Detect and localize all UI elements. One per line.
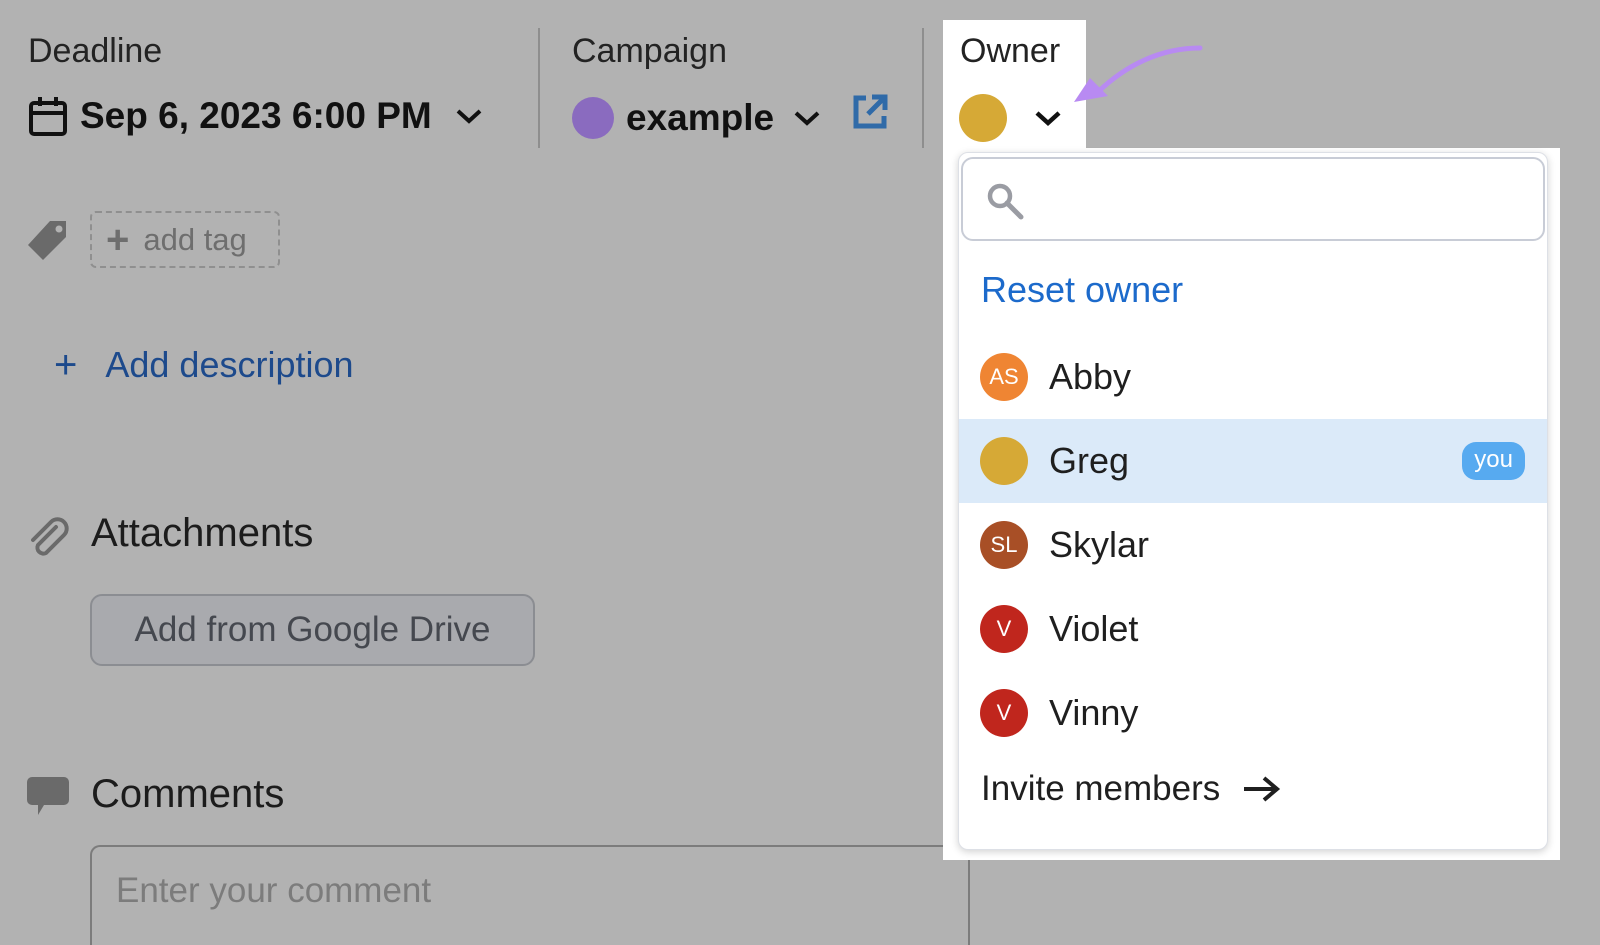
add-tag-label: add tag xyxy=(143,221,247,257)
comment-input[interactable]: Enter your comment xyxy=(90,845,970,945)
chevron-down-icon xyxy=(1035,111,1061,127)
member-item[interactable]: V Violet xyxy=(959,587,1547,671)
avatar: AS xyxy=(980,353,1028,401)
invite-members-label: Invite members xyxy=(981,769,1221,808)
campaign-value: example xyxy=(626,97,775,138)
member-item[interactable]: V Vinny xyxy=(959,671,1547,755)
chevron-down-icon xyxy=(794,111,820,126)
comment-icon xyxy=(27,777,69,815)
avatar xyxy=(980,437,1028,485)
plus-icon: + xyxy=(106,217,130,262)
invite-members-button[interactable]: Invite members xyxy=(981,769,1282,809)
annotation-arrow-icon xyxy=(1074,45,1203,102)
avatar: V xyxy=(980,689,1028,737)
member-item[interactable]: AS Abby xyxy=(959,335,1547,419)
search-icon xyxy=(987,183,1024,220)
external-link-icon[interactable] xyxy=(850,92,890,132)
member-item[interactable]: Greg you xyxy=(959,419,1547,503)
member-name: Abby xyxy=(1049,356,1132,397)
add-description-label: Add description xyxy=(105,344,354,385)
owner-label: Owner xyxy=(960,32,1061,70)
comments-title: Comments xyxy=(91,772,285,816)
owner-select[interactable] xyxy=(959,94,1063,142)
owner-dropdown: Reset owner AS Abby Greg you SL Skylar V… xyxy=(958,152,1548,850)
calendar-icon xyxy=(29,97,67,136)
deadline-picker[interactable]: Sep 6, 2023 6:00 PM xyxy=(28,90,484,142)
campaign-select[interactable]: example xyxy=(572,92,822,144)
campaign-label: Campaign xyxy=(572,32,727,70)
deadline-value: Sep 6, 2023 6:00 PM xyxy=(80,95,432,136)
you-badge: you xyxy=(1462,442,1525,480)
add-tag-button[interactable]: + add tag xyxy=(90,211,280,268)
owner-avatar xyxy=(959,94,1007,142)
member-name: Vinny xyxy=(1049,692,1139,733)
campaign-color-dot xyxy=(572,97,614,139)
member-name: Greg xyxy=(1049,440,1130,481)
deadline-label: Deadline xyxy=(28,32,163,70)
paperclip-icon xyxy=(31,517,69,556)
add-from-google-drive-button[interactable]: Add from Google Drive xyxy=(90,594,535,666)
member-name: Violet xyxy=(1049,608,1139,649)
avatar: V xyxy=(980,605,1028,653)
plus-icon: + xyxy=(54,343,78,387)
comment-placeholder: Enter your comment xyxy=(116,871,432,910)
reset-owner-button[interactable]: Reset owner xyxy=(981,269,1183,311)
avatar: SL xyxy=(980,521,1028,569)
tag-icon xyxy=(28,221,66,260)
member-name: Skylar xyxy=(1049,524,1150,565)
arrow-right-icon xyxy=(1244,776,1281,802)
owner-search-input[interactable] xyxy=(961,157,1545,241)
add-description-button[interactable]: + Add description xyxy=(54,344,354,386)
attachments-title: Attachments xyxy=(91,511,314,555)
divider xyxy=(922,28,924,148)
chevron-down-icon xyxy=(456,109,482,124)
divider xyxy=(538,28,540,148)
member-item[interactable]: SL Skylar xyxy=(959,503,1547,587)
